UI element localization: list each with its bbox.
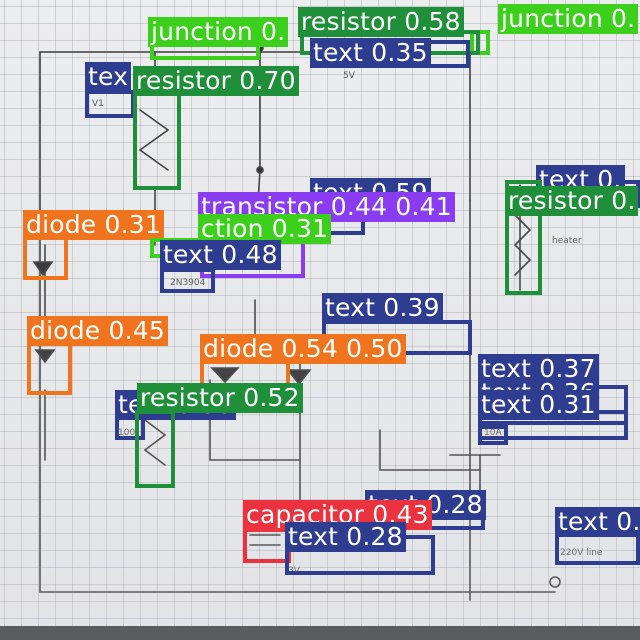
junction-label: junction 0. (498, 4, 639, 34)
text-label: text 0.35 (310, 38, 431, 68)
text-bbox (85, 90, 135, 118)
text-label: text 0. (555, 507, 640, 537)
text-bbox (478, 425, 508, 445)
desk-edge (0, 626, 640, 640)
resistor-label: resistor 0. (505, 186, 639, 216)
diode-label: diode 0.31 (23, 210, 164, 240)
capacitor-bbox (243, 528, 291, 563)
resistor-label: resistor 0.52 (137, 383, 303, 413)
junction-label: junction 0. (148, 17, 289, 47)
hw-heater: heater (552, 236, 582, 246)
resistor-label: resistor 0.58 (298, 7, 464, 37)
diode-bbox (23, 235, 68, 280)
text-label: text 0.39 (322, 293, 443, 323)
resistor-bbox (133, 90, 181, 190)
diode-label: diode 0.54 0.50 (200, 334, 406, 364)
text-label: text 0.28 (285, 522, 406, 552)
diode-label: diode 0.45 (27, 316, 168, 346)
text-bbox (160, 268, 215, 293)
resistor-label: resistor 0.70 (133, 66, 299, 96)
text-label: text 0.48 (160, 240, 281, 270)
text-label: tex (85, 62, 132, 92)
graph-paper-photo: V1 5V heater 2N3904 220V line 10A 3V 100… (0, 0, 640, 640)
resistor-bbox (135, 410, 175, 488)
diode-bbox (27, 340, 72, 395)
hw-5v: 5V (343, 71, 356, 81)
text-label: text 0.31 (478, 390, 599, 420)
